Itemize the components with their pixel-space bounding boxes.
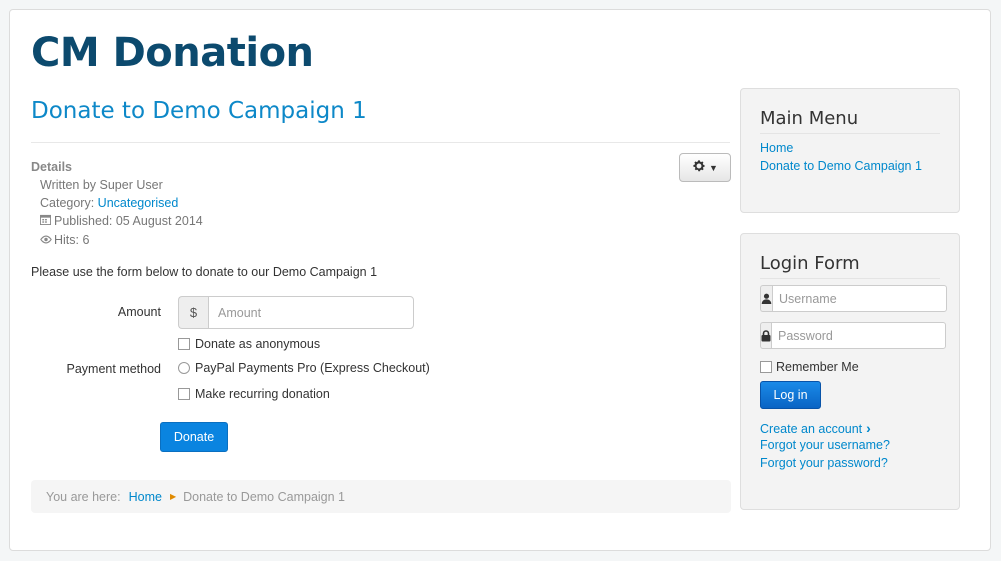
category-line: Category: Uncategorised bbox=[31, 194, 203, 212]
payment-method-label: Payment method bbox=[66, 362, 162, 376]
published-line: Published: 05 August 2014 bbox=[31, 212, 203, 231]
article-details: Details Written by Super User Category: … bbox=[31, 158, 203, 250]
calendar-icon bbox=[40, 213, 54, 231]
published-date: Published: 05 August 2014 bbox=[54, 214, 203, 228]
donation-intro: Please use the form below to donate to o… bbox=[31, 265, 378, 279]
create-account-row: Create an account › bbox=[760, 420, 871, 436]
remember-me-checkbox[interactable] bbox=[760, 361, 772, 373]
divider bbox=[760, 278, 940, 279]
payment-option-paypal[interactable]: PayPal Payments Pro (Express Checkout) bbox=[178, 361, 430, 375]
paypal-radio[interactable] bbox=[178, 362, 190, 374]
amount-input[interactable] bbox=[208, 296, 414, 329]
login-module: Login Form Remember Me Log in Create an … bbox=[740, 233, 960, 510]
currency-addon: $ bbox=[178, 296, 208, 329]
anonymous-checkbox[interactable] bbox=[178, 338, 190, 350]
password-field bbox=[760, 322, 946, 349]
breadcrumb-prefix: You are here: bbox=[46, 489, 121, 504]
article-title[interactable]: Donate to Demo Campaign 1 bbox=[31, 98, 367, 124]
remember-me-label: Remember Me bbox=[776, 360, 859, 374]
amount-label: Amount bbox=[117, 305, 161, 319]
user-icon bbox=[760, 285, 772, 312]
author-line: Written by Super User bbox=[40, 178, 163, 192]
donate-button[interactable]: Donate bbox=[160, 422, 228, 452]
article-tools-button[interactable]: ▼ bbox=[679, 153, 731, 182]
divider bbox=[760, 133, 940, 134]
hits-count: Hits: 6 bbox=[54, 233, 90, 247]
username-input[interactable] bbox=[772, 285, 947, 312]
category-label: Category: bbox=[40, 196, 98, 210]
anonymous-option[interactable]: Donate as anonymous bbox=[178, 337, 320, 351]
category-link[interactable]: Uncategorised bbox=[98, 196, 179, 210]
breadcrumb-current: Donate to Demo Campaign 1 bbox=[183, 489, 346, 504]
main-menu-title: Main Menu bbox=[760, 108, 859, 129]
recurring-label: Make recurring donation bbox=[195, 387, 330, 401]
eye-icon bbox=[40, 232, 54, 250]
menu-item-donate[interactable]: Donate to Demo Campaign 1 bbox=[760, 159, 922, 173]
paypal-label: PayPal Payments Pro (Express Checkout) bbox=[195, 361, 430, 375]
recurring-checkbox[interactable] bbox=[178, 388, 190, 400]
menu-item-home[interactable]: Home bbox=[760, 141, 793, 155]
forgot-password-link[interactable]: Forgot your password? bbox=[760, 456, 888, 470]
login-button[interactable]: Log in bbox=[760, 381, 821, 409]
recurring-option[interactable]: Make recurring donation bbox=[178, 387, 330, 401]
login-title: Login Form bbox=[760, 253, 860, 274]
details-heading: Details bbox=[31, 160, 72, 174]
chevron-right-icon: › bbox=[866, 420, 871, 436]
caret-down-icon: ▼ bbox=[709, 162, 718, 173]
hits-line: Hits: 6 bbox=[31, 231, 203, 250]
breadcrumb: You are here: Home ▶ Donate to Demo Camp… bbox=[31, 480, 731, 513]
gear-icon bbox=[692, 159, 706, 177]
divider bbox=[31, 142, 730, 143]
breadcrumb-separator-icon: ▶ bbox=[169, 492, 177, 501]
main-menu-module: Main Menu Home Donate to Demo Campaign 1 bbox=[740, 88, 960, 213]
site-title[interactable]: CM Donation bbox=[31, 30, 314, 76]
create-account-link[interactable]: Create an account bbox=[760, 422, 862, 436]
breadcrumb-home-link[interactable]: Home bbox=[129, 490, 162, 504]
password-input[interactable] bbox=[771, 322, 946, 349]
amount-field: $ bbox=[178, 296, 414, 329]
anonymous-label: Donate as anonymous bbox=[195, 337, 321, 351]
lock-icon bbox=[760, 322, 771, 349]
remember-me-option[interactable]: Remember Me bbox=[760, 360, 859, 374]
username-field bbox=[760, 285, 947, 312]
forgot-username-link[interactable]: Forgot your username? bbox=[760, 438, 890, 452]
